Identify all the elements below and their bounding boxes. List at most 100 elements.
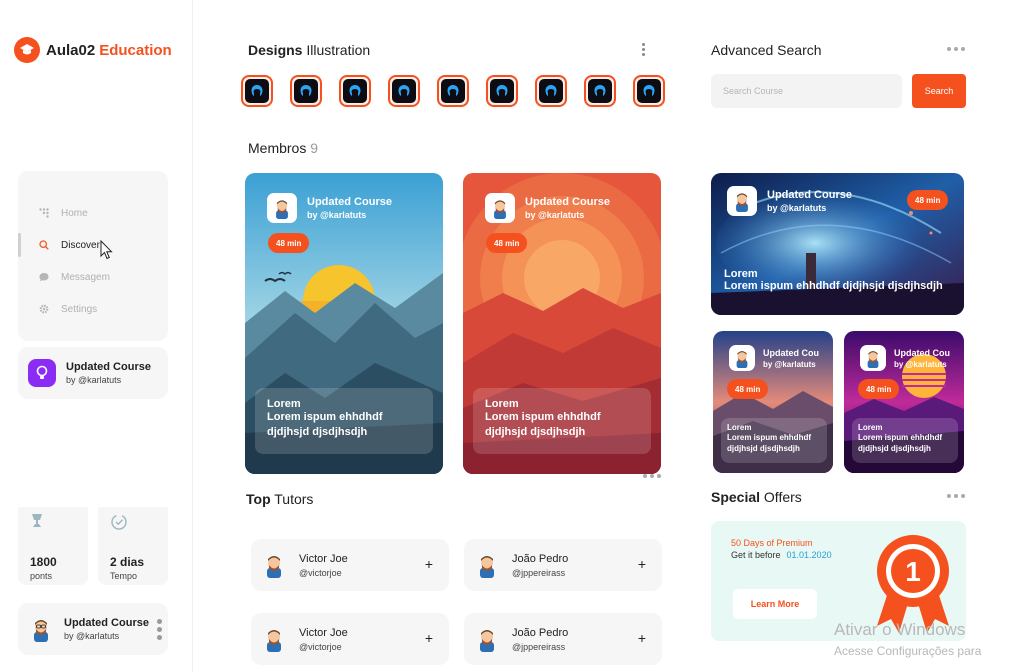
- tutor-card[interactable]: Victor Joe @victorjoe +: [251, 613, 449, 665]
- trophy-icon: [30, 513, 76, 535]
- sidebar: Aula02Education Home Discover Messagem: [0, 0, 193, 672]
- search-more-icon[interactable]: [947, 47, 965, 51]
- featured-course-card[interactable]: Updated Cou by @karlatuts 48 min Lorem L…: [844, 331, 964, 473]
- user-avatar-icon: [588, 79, 612, 103]
- sidebar-course-card[interactable]: Updated Course by @karlatuts: [18, 347, 168, 399]
- featured-course-card[interactable]: Updated Course by @karlatuts 48 min Lore…: [711, 173, 964, 315]
- course-title: Updated Course: [525, 196, 610, 208]
- members-more-icon[interactable]: [643, 474, 661, 478]
- avatar: [727, 186, 757, 216]
- course-heading: Lorem: [727, 423, 752, 432]
- learn-more-button[interactable]: Learn More: [733, 589, 817, 619]
- designer-avatar[interactable]: [437, 75, 469, 107]
- add-tutor-button[interactable]: +: [638, 557, 646, 571]
- duration-badge: 48 min: [268, 233, 310, 253]
- user-avatar-icon: [343, 79, 367, 103]
- user-avatar-icon: [637, 79, 661, 103]
- course-text: Lorem ispum ehhdhdf djdjhsjd djsdjhsdjh: [727, 433, 811, 453]
- user-avatar-icon: [490, 79, 514, 103]
- user-avatar-icon: [539, 79, 563, 103]
- tutor-card[interactable]: João Pedro @jppereirass +: [464, 539, 662, 591]
- course-author: by @karlatuts: [894, 359, 947, 369]
- profile-title: Updated Course: [64, 617, 149, 629]
- offer-date: 01.01.2020: [786, 550, 832, 560]
- search-icon: [38, 240, 49, 251]
- designs-avatar-row: [241, 75, 665, 107]
- search-input[interactable]: [711, 74, 902, 108]
- designer-avatar[interactable]: [388, 75, 420, 107]
- watermark-line: Ativar o Windows: [834, 620, 966, 639]
- course-heading: Lorem: [724, 268, 758, 280]
- course-heading: Lorem: [485, 398, 519, 410]
- course-heading: Lorem: [267, 398, 301, 410]
- designer-avatar[interactable]: [633, 75, 665, 107]
- tutor-card[interactable]: João Pedro @jppereirass +: [464, 613, 662, 665]
- course-text: Lorem ispum ehhdhdf djdjhsjd djsdjhsdjh: [267, 411, 383, 438]
- course-title: Updated Course: [66, 361, 151, 373]
- course-title: Updated Course: [307, 196, 392, 208]
- member-course-card[interactable]: Updated Course by @karlatuts 48 min Lore…: [463, 173, 661, 474]
- duration-badge: 48 min: [486, 233, 528, 253]
- brand-logo[interactable]: Aula02 Education: [14, 37, 172, 63]
- course-header: Updated Cou by @karlatuts: [860, 345, 950, 371]
- offers-more-icon[interactable]: [947, 494, 965, 498]
- course-text: Lorem ispum ehhdhdf djdjhsjd djsdjhsdjh: [485, 411, 601, 438]
- course-title: Updated Cou: [763, 347, 819, 358]
- course-title: Updated Cou: [894, 347, 950, 358]
- course-description: Lorem Lorem ispum ehhdhdf djdjhsjd djsdj…: [852, 418, 958, 463]
- avatar: [261, 552, 287, 578]
- avatar: [729, 345, 755, 371]
- graduation-cap-icon: [14, 37, 40, 63]
- course-header: Updated Course by @karlatuts: [267, 193, 392, 223]
- avatar: [485, 193, 515, 223]
- designer-avatar[interactable]: [584, 75, 616, 107]
- course-header: Updated Course by @karlatuts: [485, 193, 610, 223]
- tutor-name: João Pedro: [512, 626, 569, 639]
- search-button[interactable]: Search: [912, 74, 966, 108]
- add-tutor-button[interactable]: +: [425, 631, 433, 645]
- course-author: by @karlatuts: [66, 375, 122, 385]
- tutor-handle: @victorjoe: [299, 641, 342, 652]
- special-offers-title: Special Offers: [711, 489, 802, 505]
- tutor-name: Victor Joe: [299, 552, 348, 565]
- course-description: Lorem Lorem ispum ehhdhdf djdjhsjd djsdj…: [255, 388, 433, 454]
- duration-badge: 48 min: [858, 379, 900, 399]
- designs-more-icon[interactable]: [642, 43, 645, 56]
- add-tutor-button[interactable]: +: [425, 557, 433, 571]
- sidebar-item-home[interactable]: Home: [18, 197, 168, 229]
- profile-author: by @karlatuts: [64, 631, 120, 641]
- designer-avatar[interactable]: [486, 75, 518, 107]
- sidebar-item-settings[interactable]: Settings: [18, 293, 168, 325]
- featured-course-card[interactable]: Updated Cou by @karlatuts 48 min Lorem L…: [713, 331, 833, 473]
- designer-avatar[interactable]: [339, 75, 371, 107]
- tutor-card[interactable]: Victor Joe @victorjoe +: [251, 539, 449, 591]
- sidebar-profile-card[interactable]: Updated Course by @karlatuts: [18, 603, 168, 655]
- award-number: 1: [905, 556, 921, 587]
- sidebar-item-label: Discover: [61, 239, 100, 251]
- designer-avatar[interactable]: [535, 75, 567, 107]
- course-author: by @karlatuts: [763, 359, 816, 369]
- gear-icon: [38, 304, 49, 315]
- windows-activation-watermark: Ativar o Windows Acesse Configurações pa…: [834, 620, 981, 658]
- offer-promo: 50 Days of Premium: [731, 538, 813, 548]
- stat-label: ponts: [30, 571, 53, 581]
- course-description: Lorem Lorem ispum ehhdhdf djdjhsjd djsdj…: [473, 388, 651, 454]
- designs-title: Designs Illustration: [248, 42, 371, 58]
- designer-avatar[interactable]: [290, 75, 322, 107]
- add-tutor-button[interactable]: +: [638, 631, 646, 645]
- brand-accent: Education: [99, 41, 172, 59]
- clock-check-icon: [110, 513, 156, 535]
- sidebar-item-messagem[interactable]: Messagem: [18, 261, 168, 293]
- member-course-card[interactable]: Updated Course by @karlatuts 48 min Lore…: [245, 173, 443, 474]
- user-avatar-icon: [245, 79, 269, 103]
- sidebar-item-label: Home: [61, 207, 88, 219]
- avatar: [474, 626, 500, 652]
- stat-label: Tempo: [110, 571, 138, 581]
- advanced-search-title: Advanced Search: [711, 42, 822, 58]
- sidebar-item-discover[interactable]: Discover: [18, 229, 168, 261]
- course-header: Updated Course by @karlatuts: [727, 186, 852, 216]
- course-heading: Lorem: [858, 423, 883, 432]
- course-title: Updated Course: [767, 189, 852, 201]
- designer-avatar[interactable]: [241, 75, 273, 107]
- more-vertical-icon[interactable]: [157, 619, 162, 640]
